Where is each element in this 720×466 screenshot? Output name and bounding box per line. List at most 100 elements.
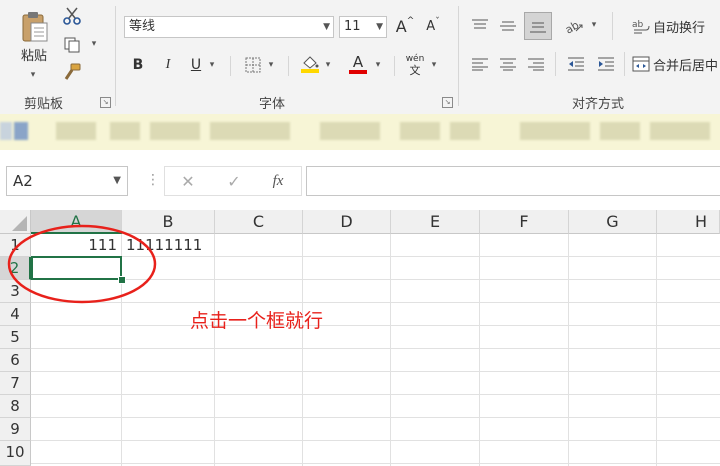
gridline [479,234,480,466]
row-header-label: 6 [10,351,20,369]
gridline [31,325,720,326]
wrap-text-icon: ab [632,20,650,34]
alignment-group-label: 对齐方式 [572,97,625,112]
gridline [302,234,303,466]
align-top-icon[interactable] [468,14,492,38]
fx-label: fx [272,172,284,189]
name-box-value: A2 [13,172,33,190]
paste-button[interactable]: 粘贴 [14,6,54,68]
clipboard-launcher-icon[interactable]: ↘ [100,97,111,108]
gridline [390,234,391,466]
column-header-c[interactable]: C [215,210,303,234]
font-color-icon[interactable]: A [346,52,370,76]
separator [624,52,625,76]
align-center-icon[interactable] [496,52,520,76]
wrap-text-button[interactable]: ab 自动换行 [632,14,720,38]
annotation-ellipse [7,224,157,304]
gridline [31,348,720,349]
fill-color-icon[interactable] [298,52,322,76]
chevron-down-icon[interactable]: ▼ [113,167,121,195]
separator [458,6,459,106]
increase-indent-icon[interactable] [594,52,618,76]
column-header-label: C [252,212,265,231]
border-icon[interactable] [242,54,264,76]
underline-button[interactable]: U [186,54,206,76]
row-header-label: 8 [10,397,20,415]
svg-text:ab: ab [564,18,581,35]
fill-color-dropdown-icon[interactable]: ▾ [322,58,334,72]
underline-dropdown-icon[interactable]: ▾ [206,58,218,72]
ribbon: 粘贴 ▾ ▾ 剪贴板 ↘ 等线 ▼ 11 ▼ A^ Aˇ B I U ▾ ▾ [0,0,720,115]
phonetic-guide-button[interactable]: wén 文 [402,52,428,78]
formula-input[interactable] [306,166,720,196]
name-box[interactable]: A2 ▼ [6,166,128,196]
column-header-label: H [695,212,708,231]
copy-icon[interactable] [60,34,84,56]
cancel-icon[interactable]: ✕ [178,170,198,192]
enter-icon[interactable]: ✓ [224,170,244,192]
italic-label: I [165,57,171,72]
italic-button[interactable]: I [158,54,178,76]
column-header-f[interactable]: F [480,210,569,234]
orientation-dropdown-icon[interactable]: ▾ [588,18,600,32]
border-dropdown-icon[interactable]: ▾ [265,58,277,72]
row-header-9[interactable]: 9 [0,418,31,441]
font-size-value: 11 [344,19,361,34]
align-bottom-icon[interactable] [524,12,552,40]
merge-center-button[interactable]: 合并后居中 [632,52,720,76]
gridline [31,463,720,464]
gridline [31,417,720,418]
column-header-g[interactable]: G [569,210,657,234]
row-header-label: 9 [10,420,20,438]
decrease-indent-icon[interactable] [564,52,588,76]
column-header-label: F [519,212,529,231]
gridline [214,234,215,466]
bold-button[interactable]: B [128,54,148,76]
row-header-label: 7 [10,374,20,392]
paste-label: 粘贴 [20,48,47,64]
column-header-e[interactable]: E [391,210,480,234]
row-header-8[interactable]: 8 [0,395,31,418]
annotation-text: 点击一个框就行 [190,310,324,332]
paste-dropdown-icon[interactable]: ▾ [26,70,40,80]
font-group-label: 字体 [259,97,286,112]
orientation-icon[interactable]: ab [562,14,586,38]
row-header-label: 10 [5,443,25,461]
chevron-down-icon: ▼ [323,22,330,32]
bold-label: B [132,57,144,73]
row-header-label: 5 [10,328,20,346]
grow-font-button[interactable]: A ^ [394,15,416,37]
format-painter-icon[interactable] [60,62,84,84]
row-header-5[interactable]: 5 [0,326,31,349]
row-header-6[interactable]: 6 [0,349,31,372]
shrink-font-button[interactable]: Aˇ [422,15,444,37]
merge-center-icon [632,56,650,72]
phonetic-dropdown-icon[interactable]: ▾ [428,58,440,72]
column-header-label: E [429,212,441,231]
wrap-text-label: 自动换行 [653,20,706,36]
align-right-icon[interactable] [524,52,548,76]
insert-function-button[interactable]: fx [266,170,290,192]
align-middle-icon[interactable] [496,14,520,38]
font-launcher-icon[interactable]: ↘ [442,97,453,108]
formula-bar-grip-icon: ⋮ [146,172,160,188]
column-header-d[interactable]: D [303,210,391,234]
row-header-7[interactable]: 7 [0,372,31,395]
copy-dropdown-icon[interactable]: ▾ [88,38,100,50]
column-header-h[interactable]: H [657,210,720,234]
chevron-down-icon: ▼ [376,22,383,32]
clipboard-group-label: 剪贴板 [24,97,64,112]
font-color-dropdown-icon[interactable]: ▾ [372,58,384,72]
gridline [31,394,720,395]
row-header-10[interactable]: 10 [0,441,31,466]
gridline [656,234,657,466]
merge-center-label: 合并后居中 [653,58,719,74]
cut-icon[interactable] [60,4,84,28]
clipboard-icon [22,11,48,41]
grow-font-label: A [395,16,407,36]
font-name-value: 等线 [129,19,156,34]
align-left-icon[interactable] [468,52,492,76]
font-size-combo[interactable]: 11 ▼ [339,16,387,38]
font-name-combo[interactable]: 等线 ▼ [124,16,334,38]
separator [115,6,116,106]
